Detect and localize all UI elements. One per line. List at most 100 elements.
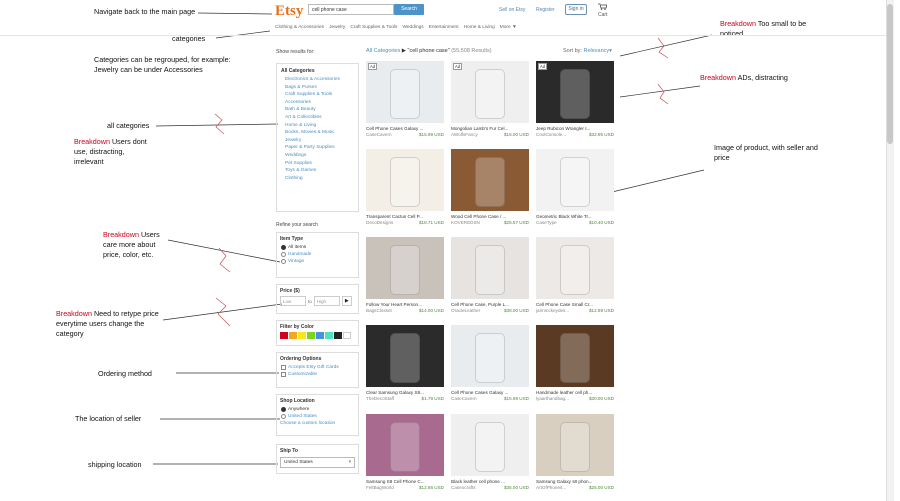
- category-link[interactable]: Home & Living: [285, 122, 358, 130]
- category-link[interactable]: Jewelry: [285, 137, 358, 145]
- scrollbar-thumb[interactable]: [887, 4, 893, 144]
- nav-craft[interactable]: Craft Supplies & Tools: [350, 25, 397, 30]
- category-link[interactable]: Art & Collectibles: [285, 114, 358, 122]
- shop-name[interactable]: OracleLeather: [451, 308, 480, 313]
- product-title[interactable]: Mongolian Lamb's Fur Cel...: [451, 126, 529, 131]
- location-anywhere[interactable]: Anywhere: [281, 406, 358, 413]
- nav-weddings[interactable]: Weddings: [402, 25, 423, 30]
- product-image[interactable]: [536, 237, 614, 299]
- color-swatch[interactable]: [316, 332, 324, 339]
- shop-name[interactable]: Caseocrafts: [451, 485, 476, 490]
- product-card[interactable]: Clear Samsung Galaxy S8... TheDecoStaff $1…: [366, 325, 444, 407]
- category-link[interactable]: Books, Movies & Music: [285, 129, 358, 137]
- shop-name[interactable]: lyaarthandbag...: [536, 396, 569, 401]
- nav-jewelry[interactable]: Jewelry: [329, 25, 345, 30]
- breadcrumb-all-categories[interactable]: All Categories: [366, 48, 400, 54]
- product-card[interactable]: Handmade leather cell ph... lyaarthandbag…: [536, 325, 614, 407]
- nav-home[interactable]: Home & Living: [464, 25, 495, 30]
- color-swatch[interactable]: [280, 332, 288, 339]
- color-swatch[interactable]: [307, 332, 315, 339]
- product-title[interactable]: Clear Samsung Galaxy S8...: [366, 390, 444, 395]
- color-swatch[interactable]: [334, 332, 342, 339]
- item-type-all[interactable]: All items: [281, 244, 358, 251]
- color-swatch[interactable]: [289, 332, 297, 339]
- product-image[interactable]: [451, 414, 529, 476]
- product-card[interactable]: Geometric Black White Tr... CaseType $10.4…: [536, 149, 614, 231]
- product-image[interactable]: [451, 149, 529, 211]
- product-title[interactable]: Cell Phone Case, Purple L...: [451, 302, 529, 307]
- sort-control[interactable]: Sort by: Relevancy▾: [563, 48, 612, 54]
- etsy-logo[interactable]: Etsy: [275, 3, 303, 20]
- accepts-gift-cards-option[interactable]: Accepts Etsy Gift Cards: [281, 364, 358, 371]
- product-title[interactable]: Follow Your Heart Person...: [366, 302, 444, 307]
- product-card[interactable]: Cell Phone Case Small Cr... jarinmckeydes…: [536, 237, 614, 319]
- product-card[interactable]: Ad Jeep Rubicon Wrangler I... CoolConsole.…: [536, 61, 614, 143]
- nav-more[interactable]: More ▼: [500, 25, 517, 30]
- cart-button[interactable]: Cart: [598, 3, 608, 18]
- shop-name[interactable]: ArtOfPhones...: [536, 485, 566, 490]
- shop-name[interactable]: CoolConsole...: [536, 132, 566, 137]
- sell-on-etsy-link[interactable]: Sell on Etsy: [499, 7, 525, 13]
- product-title[interactable]: Wood Cell Phone Case / ...: [451, 214, 529, 219]
- product-title[interactable]: Cell Phone Case Small Cr...: [536, 302, 614, 307]
- product-title[interactable]: Samsung S8 Cell Phone C...: [366, 479, 444, 484]
- product-title[interactable]: Geometric Black White Tr...: [536, 214, 614, 219]
- product-title[interactable]: Handmade leather cell ph...: [536, 390, 614, 395]
- category-link[interactable]: Bath & Beauty: [285, 106, 358, 114]
- all-categories-link[interactable]: All Categories: [281, 68, 358, 74]
- item-type-handmade[interactable]: Handmade: [281, 251, 358, 258]
- product-title[interactable]: Jeep Rubicon Wrangler I...: [536, 126, 614, 131]
- shop-name[interactable]: CaseCavern: [366, 132, 392, 137]
- product-image[interactable]: [366, 414, 444, 476]
- nav-entertainment[interactable]: Entertainment: [429, 25, 459, 30]
- product-card[interactable]: Ad Cell Phone Cases Galaxy ... CaseCavern $…: [366, 61, 444, 143]
- category-link[interactable]: Paper & Party Supplies: [285, 144, 358, 152]
- shop-name[interactable]: jarinmckeydes...: [536, 308, 569, 313]
- location-united-states[interactable]: United States: [281, 413, 358, 420]
- ship-to-select[interactable]: United States ▾: [280, 457, 355, 468]
- register-link[interactable]: Register: [536, 7, 555, 13]
- product-image[interactable]: Ad: [451, 61, 529, 123]
- sign-in-button[interactable]: Sign in: [565, 4, 587, 15]
- product-card[interactable]: Samsung S8 Cell Phone C... FeltBagWorld $1…: [366, 414, 444, 496]
- category-link[interactable]: Pet Supplies: [285, 160, 358, 168]
- product-image[interactable]: [536, 325, 614, 387]
- product-image[interactable]: [451, 237, 529, 299]
- category-link[interactable]: Accessories: [285, 99, 358, 107]
- category-link[interactable]: Electronics & Accessories: [285, 76, 358, 84]
- product-image[interactable]: [536, 149, 614, 211]
- product-image[interactable]: [536, 414, 614, 476]
- product-card[interactable]: Follow Your Heart Person... BagsClosset $1…: [366, 237, 444, 319]
- color-swatch[interactable]: [298, 332, 306, 339]
- custom-location-link[interactable]: Choose a custom location: [280, 420, 358, 427]
- product-card[interactable]: Ad Mongolian Lamb's Fur Cel... AWolfsFancy…: [451, 61, 529, 143]
- product-title[interactable]: Cell Phone Cases Galaxy ...: [451, 390, 529, 395]
- product-title[interactable]: Transparent Cactus Cell P...: [366, 214, 444, 219]
- color-swatch[interactable]: [343, 332, 351, 339]
- shop-name[interactable]: DecoDesigns: [366, 220, 393, 225]
- product-image[interactable]: [366, 237, 444, 299]
- product-title[interactable]: Cell Phone Cases Galaxy ...: [366, 126, 444, 131]
- item-type-vintage[interactable]: Vintage: [281, 258, 358, 265]
- price-low-input[interactable]: Low: [280, 296, 306, 306]
- category-link[interactable]: Weddings: [285, 152, 358, 160]
- category-link[interactable]: Craft Supplies & Tools: [285, 91, 358, 99]
- product-image[interactable]: [366, 149, 444, 211]
- search-button[interactable]: Search: [394, 4, 424, 15]
- shop-name[interactable]: CaseType: [536, 220, 557, 225]
- shop-name[interactable]: CaseCavern: [451, 396, 477, 401]
- customizable-option[interactable]: Customizable: [281, 371, 358, 378]
- category-link[interactable]: Bags & Purses: [285, 84, 358, 92]
- product-image[interactable]: Ad: [366, 61, 444, 123]
- nav-clothing[interactable]: Clothing & Accessories: [275, 25, 324, 30]
- product-title[interactable]: Black leather cell phone ...: [451, 479, 529, 484]
- shop-name[interactable]: FeltBagWorld: [366, 485, 394, 490]
- shop-name[interactable]: BagsClosset: [366, 308, 392, 313]
- product-card[interactable]: Cell Phone Case, Purple L... OracleLeathe…: [451, 237, 529, 319]
- product-image[interactable]: [451, 325, 529, 387]
- category-link[interactable]: Clothing: [285, 175, 358, 183]
- price-high-input[interactable]: High: [313, 296, 340, 306]
- product-title[interactable]: Samsung Galaxy s8 phon...: [536, 479, 614, 484]
- product-card[interactable]: Wood Cell Phone Case / ... KOVEREDSN $25.5…: [451, 149, 529, 231]
- price-go-button[interactable]: ▶: [341, 296, 352, 306]
